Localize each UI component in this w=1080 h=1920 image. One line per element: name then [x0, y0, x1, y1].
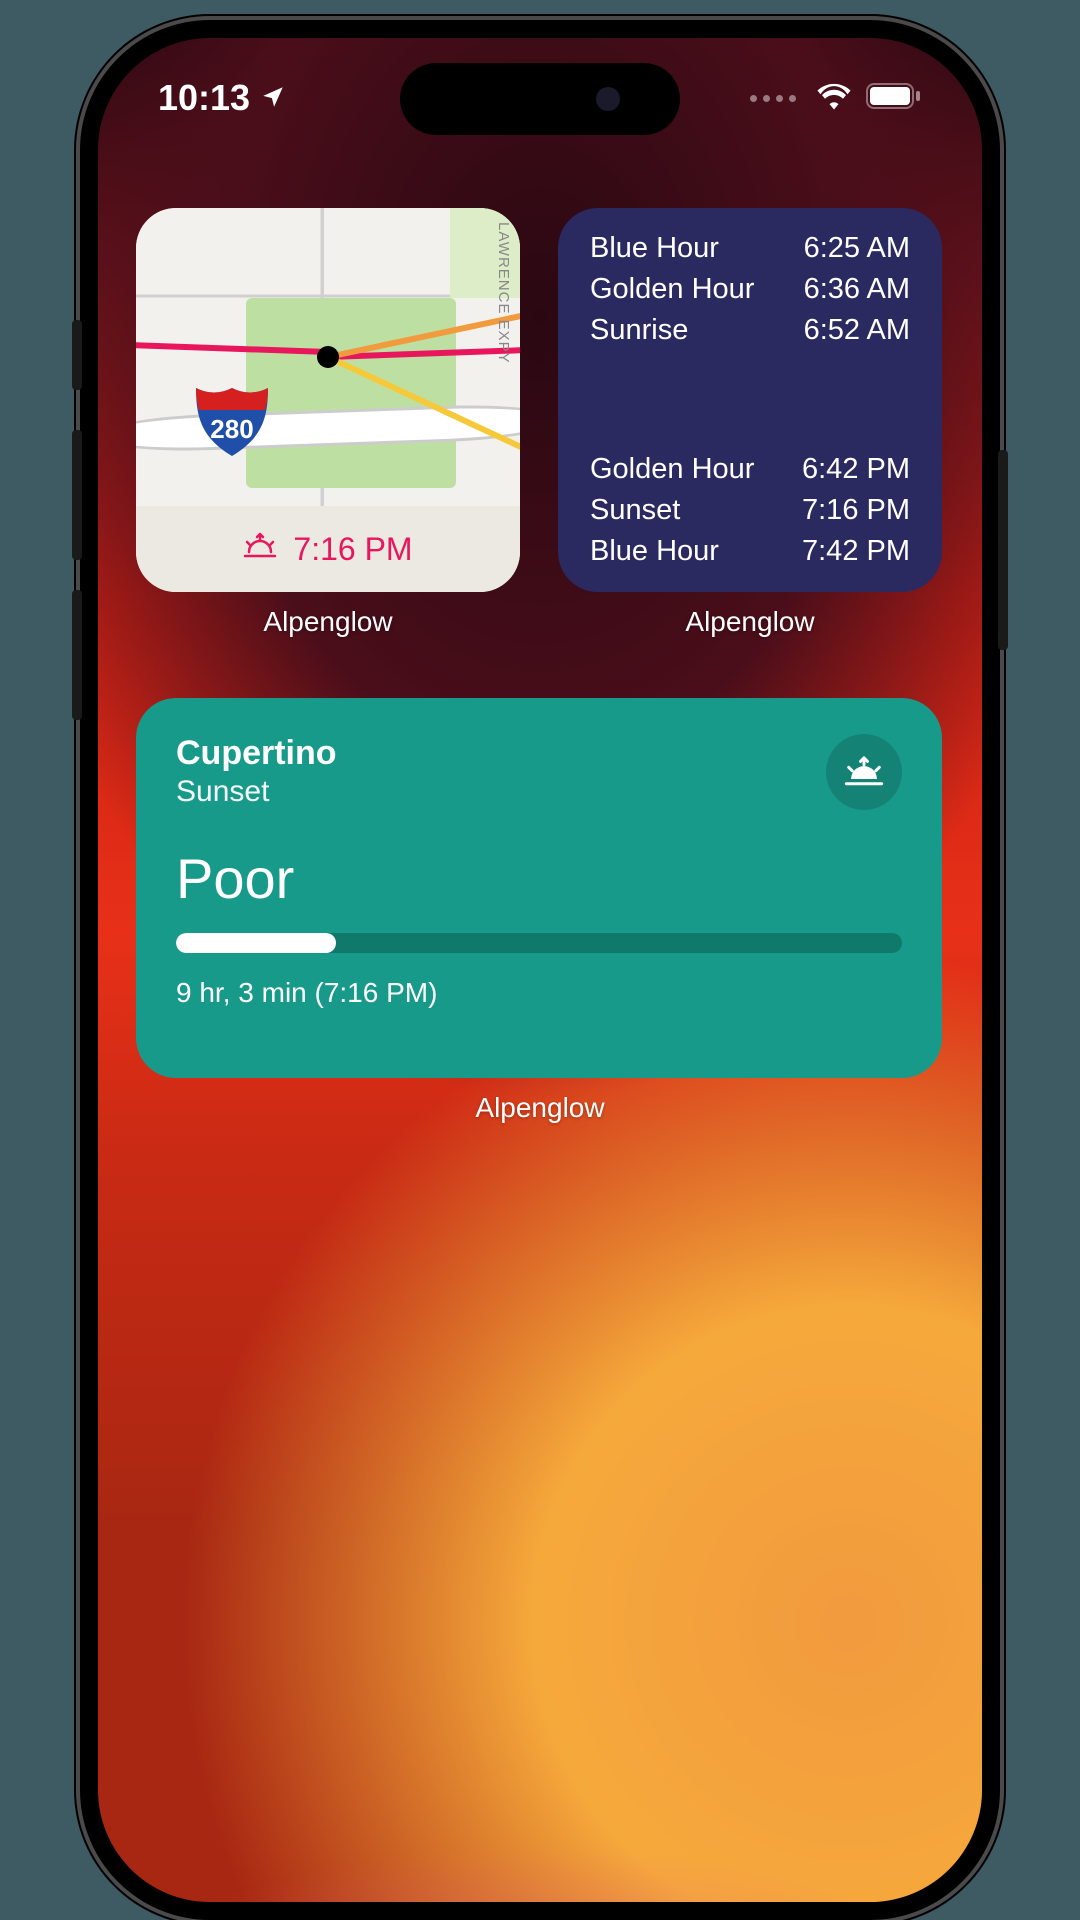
quality-location: Cupertino	[176, 734, 337, 773]
map-location-pin-icon	[317, 346, 339, 368]
svg-text:280: 280	[210, 414, 253, 444]
sunset-icon	[243, 531, 277, 568]
widget-app-label: Alpenglow	[136, 606, 520, 638]
time-row: Blue Hour6:25 AM	[590, 232, 910, 265]
evening-times-group: Golden Hour6:42 PM Sunset7:16 PM Blue Ho…	[590, 453, 910, 568]
screen: 10:13	[98, 38, 982, 1902]
map-area: 280 LAWRENCE EXPY	[136, 208, 520, 506]
location-arrow-icon	[260, 77, 286, 119]
volume-down-button	[72, 590, 82, 720]
map-road-label: LAWRENCE EXPY	[495, 222, 512, 364]
time-row: Golden Hour6:36 AM	[590, 273, 910, 306]
morning-times-group: Blue Hour6:25 AM Golden Hour6:36 AM Sunr…	[590, 232, 910, 347]
map-footer: 7:16 PM	[136, 506, 520, 592]
time-row: Golden Hour6:42 PM	[590, 453, 910, 486]
time-row: Sunset7:16 PM	[590, 494, 910, 527]
power-button	[998, 450, 1008, 650]
widget-app-label: Alpenglow	[558, 606, 942, 638]
dynamic-island[interactable]	[400, 63, 680, 135]
quality-countdown: 9 hr, 3 min (7:16 PM)	[176, 977, 902, 1009]
time-row: Sunrise6:52 AM	[590, 314, 910, 347]
sunset-icon	[826, 734, 902, 810]
quality-progress-fill	[176, 933, 336, 953]
phone-frame: 10:13	[80, 20, 1000, 1920]
page-dots-icon	[750, 95, 796, 102]
widget-app-label: Alpenglow	[136, 1092, 944, 1124]
alpenglow-quality-widget[interactable]: Cupertino Sunset Poor 9 hr, 3 min (7:16 …	[136, 698, 942, 1078]
side-button	[72, 320, 82, 390]
quality-rating: Poor	[176, 846, 902, 911]
alpenglow-times-widget[interactable]: Blue Hour6:25 AM Golden Hour6:36 AM Sunr…	[558, 208, 942, 592]
volume-up-button	[72, 430, 82, 560]
battery-icon	[866, 83, 922, 114]
time-row: Blue Hour7:42 PM	[590, 535, 910, 568]
interstate-shield-icon: 280	[196, 388, 268, 456]
quality-progress-bar	[176, 933, 902, 953]
status-time: 10:13	[158, 77, 250, 119]
wifi-icon	[816, 82, 852, 115]
alpenglow-map-widget[interactable]: 280 LAWRENCE EXPY 7:16 PM	[136, 208, 520, 592]
map-sunset-time: 7:16 PM	[293, 531, 412, 568]
quality-event: Sunset	[176, 775, 337, 809]
